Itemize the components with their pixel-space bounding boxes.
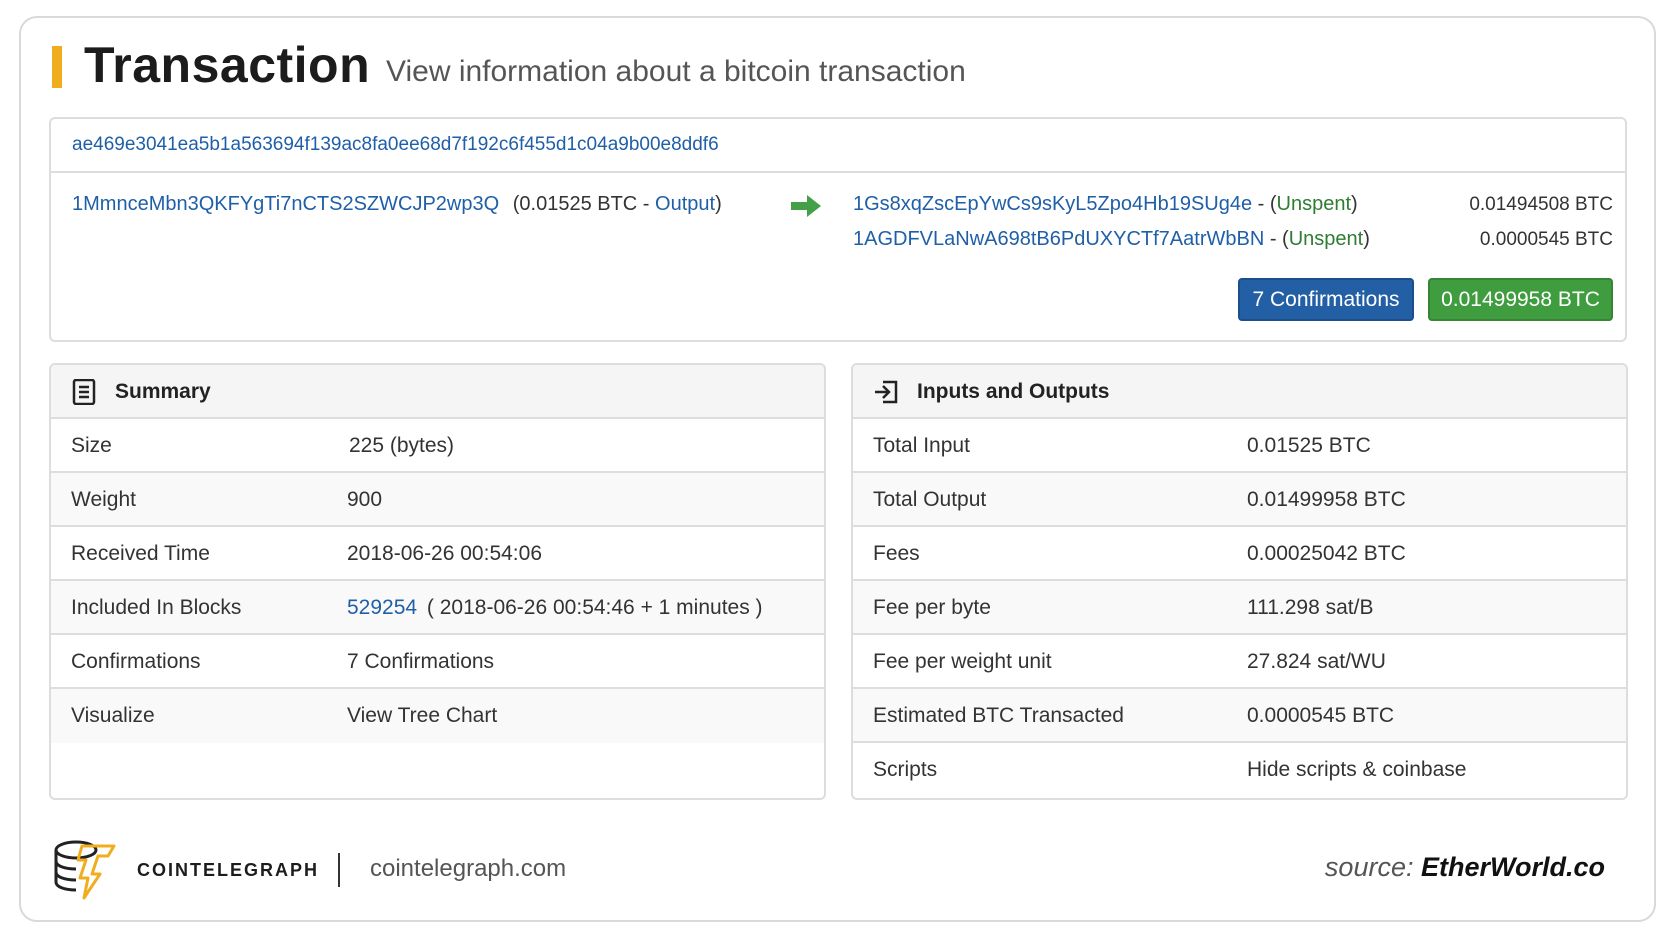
summary-title: Summary	[115, 380, 211, 403]
row-value: 529254 ( 2018-06-26 00:54:46 + 1 minutes…	[347, 596, 763, 620]
total-amount-button[interactable]: 0.01499958 BTC	[1428, 278, 1613, 321]
row-label: Visualize	[71, 704, 155, 727]
inputs-outputs-rows: Total Input 0.01525 BTC Total Output 0.0…	[853, 419, 1626, 797]
io-row-total-input: Total Input 0.01525 BTC	[853, 419, 1626, 473]
brand-name: COINTELEGRAPH	[137, 860, 320, 880]
row-label: Estimated BTC Transacted	[873, 704, 1124, 727]
source-label: source:	[1324, 852, 1421, 882]
cointelegraph-logo-icon	[54, 840, 116, 900]
io-row-total-output: Total Output 0.01499958 BTC	[853, 473, 1626, 527]
input-address-link[interactable]: 1MmnceMbn3QKFYgTi7nCTS2SZWCJP2wp3Q	[72, 193, 499, 215]
summary-rows: Size 225 (bytes) Weight 900 Received Tim…	[51, 419, 824, 743]
row-value: 225 (bytes)	[349, 434, 455, 457]
row-value: 27.824 sat/WU	[1247, 650, 1386, 673]
transaction-hash-row: ae469e3041ea5b1a563694f139ac8fa0ee68d7f1…	[51, 119, 1625, 173]
row-label: Weight	[71, 488, 136, 511]
confirmations-button[interactable]: 7 Confirmations	[1238, 278, 1414, 321]
summary-row-included-in-blocks: Included In Blocks 529254 ( 2018-06-26 0…	[51, 581, 824, 635]
output-close-paren: )	[1363, 228, 1370, 250]
page-subtitle: View information about a bitcoin transac…	[386, 55, 966, 88]
page-title: Transaction	[84, 37, 371, 93]
view-tree-chart-link[interactable]: View Tree Chart	[347, 704, 497, 728]
summary-row-weight: Weight 900	[51, 473, 824, 527]
summary-panel: Summary Size 225 (bytes) Weight 900 Rece…	[49, 363, 826, 800]
inputs-outputs-panel-header: Inputs and Outputs	[853, 365, 1626, 419]
summary-row-visualize: Visualize View Tree Chart	[51, 689, 824, 743]
row-value: 2018-06-26 00:54:06	[347, 542, 542, 565]
row-value: 111.298 sat/B	[1247, 596, 1374, 619]
inputs-outputs-title: Inputs and Outputs	[917, 380, 1110, 403]
output-address: 1AGDFVLaNwA698tB6PdUXYCTf7AatrWbBN - (Un…	[853, 228, 1370, 251]
io-row-fee-per-weight-unit: Fee per weight unit 27.824 sat/WU	[853, 635, 1626, 689]
row-value: 0.01499958 BTC	[1247, 488, 1406, 511]
row-label: Total Input	[873, 434, 970, 457]
transaction-box: ae469e3041ea5b1a563694f139ac8fa0ee68d7f1…	[49, 117, 1627, 342]
output-address-link[interactable]: 1AGDFVLaNwA698tB6PdUXYCTf7AatrWbBN	[853, 228, 1264, 250]
row-label: Confirmations	[71, 650, 201, 673]
row-label: Total Output	[873, 488, 987, 511]
transaction-outputs: 1Gs8xqZscEpYwCs9sKyL5Zpo4Hb19SUg4e - (Un…	[853, 193, 1613, 263]
output-address-link[interactable]: 1Gs8xqZscEpYwCs9sKyL5Zpo4Hb19SUg4e	[853, 193, 1252, 215]
row-label: Received Time	[71, 542, 210, 565]
block-time: ( 2018-06-26 00:54:46 + 1 minutes )	[421, 596, 763, 619]
row-value: 7 Confirmations	[347, 650, 495, 673]
output-status: Unspent	[1276, 193, 1352, 215]
output-status: Unspent	[1288, 228, 1364, 250]
transaction-input: 1MmnceMbn3QKFYgTi7nCTS2SZWCJP2wp3Q (0.01…	[72, 193, 722, 216]
source-name: EtherWorld.co	[1420, 852, 1605, 882]
row-label: Included In Blocks	[71, 596, 242, 619]
block-link[interactable]: 529254	[347, 596, 417, 619]
output-row: 1Gs8xqZscEpYwCs9sKyL5Zpo4Hb19SUg4e - (Un…	[853, 193, 1613, 228]
summary-row-confirmations: Confirmations 7 Confirmations	[51, 635, 824, 689]
row-label: Size	[71, 434, 112, 457]
transaction-hash-link[interactable]: ae469e3041ea5b1a563694f139ac8fa0ee68d7f1…	[72, 134, 719, 156]
output-separator: - (	[1264, 228, 1289, 250]
io-row-fees: Fees 0.00025042 BTC	[853, 527, 1626, 581]
summary-row-received-time: Received Time 2018-06-26 00:54:06	[51, 527, 824, 581]
output-address: 1Gs8xqZscEpYwCs9sKyL5Zpo4Hb19SUg4e - (Un…	[853, 193, 1358, 216]
brand-domain: cointelegraph.com	[370, 855, 567, 882]
io-row-fee-per-byte: Fee per byte 111.298 sat/B	[853, 581, 1626, 635]
source-credit: source: EtherWorld.co	[1325, 852, 1605, 883]
sign-in-icon	[875, 380, 898, 404]
output-amount: 0.0000545 BTC	[1479, 229, 1613, 250]
output-separator: - (	[1252, 193, 1277, 215]
output-row: 1AGDFVLaNwA698tB6PdUXYCTf7AatrWbBN - (Un…	[853, 228, 1613, 263]
document-list-icon	[72, 379, 96, 405]
hide-scripts-link[interactable]: Hide scripts & coinbase	[1247, 758, 1466, 782]
input-close-paren: )	[715, 193, 722, 215]
summary-panel-header: Summary	[51, 365, 824, 419]
io-row-scripts: Scripts Hide scripts & coinbase	[853, 743, 1626, 797]
right-arrow-icon	[791, 195, 821, 217]
row-value: 0.01525 BTC	[1247, 434, 1371, 457]
row-label: Fee per byte	[873, 596, 991, 619]
summary-row-size: Size 225 (bytes)	[51, 419, 824, 473]
row-label: Scripts	[873, 758, 938, 781]
title-accent-bar	[52, 46, 62, 88]
output-amount: 0.01494508 BTC	[1469, 194, 1613, 215]
io-row-estimated-btc-transacted: Estimated BTC Transacted 0.0000545 BTC	[853, 689, 1626, 743]
inputs-outputs-panel: Inputs and Outputs Total Input 0.01525 B…	[851, 363, 1628, 800]
input-amount: (0.01525 BTC -	[512, 193, 656, 215]
row-value: 0.0000545 BTC	[1247, 704, 1395, 727]
output-close-paren: )	[1351, 193, 1358, 215]
row-value: 900	[347, 488, 383, 511]
row-label: Fee per weight unit	[873, 650, 1052, 673]
row-label: Fees	[873, 542, 920, 565]
footer-divider	[338, 853, 340, 887]
row-value: 0.00025042 BTC	[1247, 542, 1406, 565]
input-output-link[interactable]: Output	[655, 193, 715, 215]
